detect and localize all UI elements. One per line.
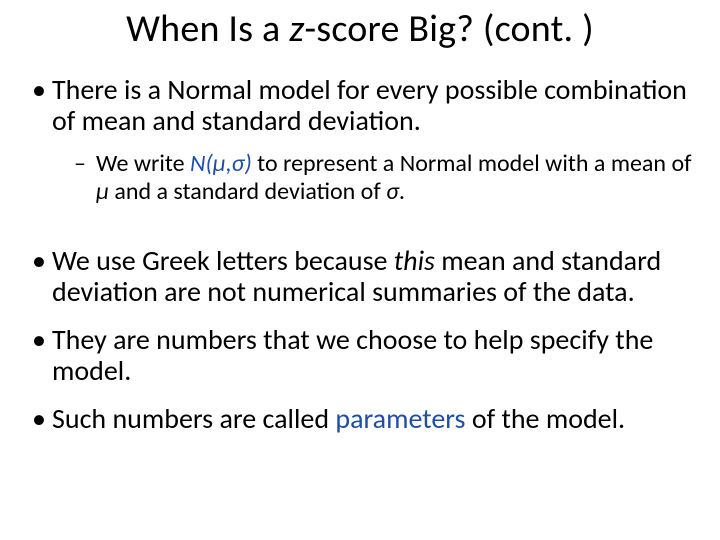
sub1-b: to represent a Normal model with a mean … (252, 149, 692, 178)
slide-container: When Is a z-score Big? (cont. ) There is… (0, 0, 720, 540)
b4-b: of the model. (466, 401, 626, 436)
bullet-1: There is a Normal model for every possib… (28, 74, 692, 229)
sigma-symbol: σ (386, 177, 399, 206)
title-part-a: When Is a (126, 6, 289, 52)
b2-this: this (394, 243, 435, 278)
b3-text: They are numbers that we choose to help … (52, 322, 653, 388)
bullet-2: We use Greek letters because this mean a… (28, 245, 692, 308)
sub1-d: . (399, 177, 405, 206)
b4-a: Such numbers are called (52, 401, 335, 436)
sub-list-1: We write N(μ,σ) to represent a Normal mo… (74, 150, 692, 205)
sub1-c: and a standard deviation of (109, 177, 386, 206)
normal-notation: N(μ,σ) (190, 149, 252, 178)
bullet-list: There is a Normal model for every possib… (28, 74, 692, 434)
title-part-b: -score Big? (cont. ) (304, 6, 593, 52)
slide-title: When Is a z-score Big? (cont. ) (28, 8, 692, 52)
mu-symbol: μ (96, 177, 109, 206)
sub-bullet-1: We write N(μ,σ) to represent a Normal mo… (74, 150, 692, 205)
sub1-a: We write (96, 149, 190, 178)
bullet-1-text: There is a Normal model for every possib… (52, 72, 687, 138)
title-z: z (289, 6, 304, 52)
parameters-word: parameters (335, 401, 465, 436)
bullet-4: Such numbers are called parameters of th… (28, 403, 692, 434)
spacer (52, 221, 692, 229)
bullet-3: They are numbers that we choose to help … (28, 324, 692, 387)
b2-a: We use Greek letters because (52, 243, 394, 278)
